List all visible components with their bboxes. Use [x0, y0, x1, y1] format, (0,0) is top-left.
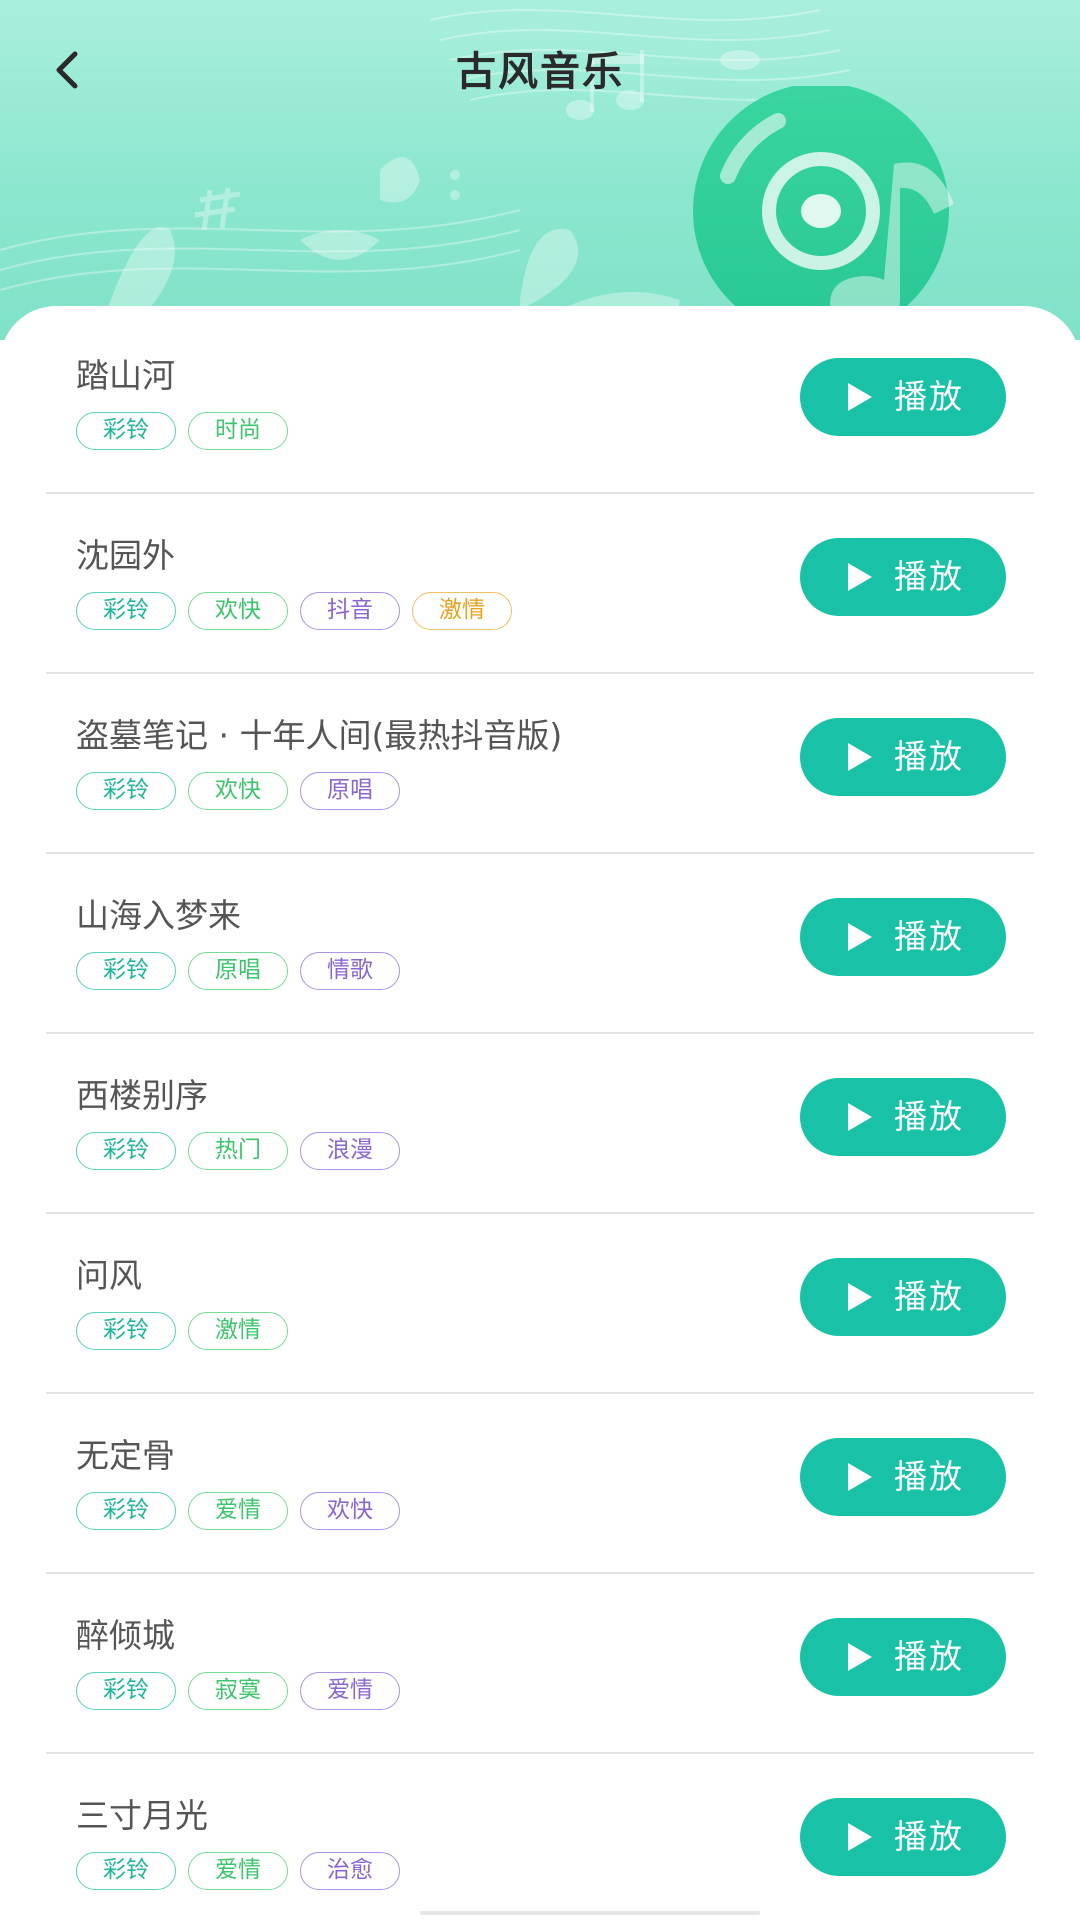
song-title: 沈园外	[76, 536, 175, 575]
song-row[interactable]: 踏山河彩铃 时尚 播放	[46, 314, 1034, 494]
song-tag: 爱情	[188, 1852, 288, 1890]
play-button-label: 播放	[894, 1277, 964, 1316]
song-tag: 欢快	[188, 592, 288, 630]
home-indicator	[420, 1911, 760, 1915]
song-tag: 欢快	[300, 1492, 400, 1530]
header-banner: 古风音乐	[0, 0, 1080, 340]
song-title: 山海入梦来	[76, 896, 241, 935]
play-button-label: 播放	[894, 1817, 964, 1856]
song-tag: 激情	[188, 1312, 288, 1350]
play-button[interactable]: 播放	[800, 358, 1006, 436]
song-tag: 彩铃	[76, 1672, 176, 1710]
song-row[interactable]: 山海入梦来彩铃 原唱 情歌 播放	[46, 854, 1034, 1034]
song-tag: 彩铃	[76, 772, 176, 810]
play-button[interactable]: 播放	[800, 718, 1006, 796]
song-title: 醉倾城	[76, 1616, 175, 1655]
song-tags: 彩铃 寂寞 爱情	[76, 1672, 400, 1710]
song-tag: 彩铃	[76, 1132, 176, 1170]
song-title: 踏山河	[76, 356, 175, 395]
song-tags: 彩铃 原唱 情歌	[76, 952, 400, 990]
play-button-label: 播放	[894, 377, 964, 416]
song-tag: 激情	[412, 592, 512, 630]
play-button-label: 播放	[894, 1097, 964, 1136]
song-tags: 彩铃 欢快 原唱	[76, 772, 400, 810]
song-row[interactable]: 无定骨彩铃 爱情 欢快 播放	[46, 1394, 1034, 1574]
song-row[interactable]: 沈园外彩铃 欢快 抖音 激情 播放	[46, 494, 1034, 674]
song-title: 三寸月光	[76, 1796, 208, 1835]
song-title: 问风	[76, 1256, 142, 1295]
song-title: 西楼别序	[76, 1076, 208, 1115]
song-tag: 热门	[188, 1132, 288, 1170]
song-tags: 彩铃 欢快 抖音 激情	[76, 592, 512, 630]
song-tag: 抖音	[300, 592, 400, 630]
song-tag: 原唱	[188, 952, 288, 990]
song-tag: 彩铃	[76, 592, 176, 630]
song-tag: 彩铃	[76, 412, 176, 450]
song-list: 踏山河 彩铃 时尚 播放 沈园外 彩铃 欢快 抖音 激情 播放 盗墓笔记 · 十年人间(最热抖音版)…	[0, 306, 1080, 1920]
song-row[interactable]: 三寸月光彩铃 爱情 治愈 播放	[46, 1754, 1034, 1920]
song-tag: 治愈	[300, 1852, 400, 1890]
song-tag: 爱情	[188, 1492, 288, 1530]
play-button-label: 播放	[894, 737, 964, 776]
song-tag: 寂寞	[188, 1672, 288, 1710]
play-button[interactable]: 播放	[800, 1798, 1006, 1876]
play-icon	[848, 1283, 872, 1311]
song-tags: 彩铃 热门 浪漫	[76, 1132, 400, 1170]
song-tags: 彩铃 爱情 欢快	[76, 1492, 400, 1530]
play-icon	[848, 1103, 872, 1131]
play-icon	[848, 383, 872, 411]
play-button[interactable]: 播放	[800, 1258, 1006, 1336]
song-tag: 彩铃	[76, 1312, 176, 1350]
play-button[interactable]: 播放	[800, 898, 1006, 976]
play-button-label: 播放	[894, 1637, 964, 1676]
music-disc-icon	[693, 86, 954, 339]
play-icon	[848, 923, 872, 951]
song-tag: 情歌	[300, 952, 400, 990]
play-icon	[848, 743, 872, 771]
play-icon	[848, 1643, 872, 1671]
play-button-label: 播放	[894, 1457, 964, 1496]
song-row[interactable]: 问风彩铃 激情 播放	[46, 1214, 1034, 1394]
song-title: 盗墓笔记 · 十年人间(最热抖音版)	[76, 716, 563, 755]
play-button-label: 播放	[894, 917, 964, 956]
play-button[interactable]: 播放	[800, 1618, 1006, 1696]
play-button[interactable]: 播放	[800, 1438, 1006, 1516]
song-tag: 彩铃	[76, 1852, 176, 1890]
song-tags: 彩铃 激情	[76, 1312, 288, 1350]
play-button[interactable]: 播放	[800, 1078, 1006, 1156]
song-tag: 时尚	[188, 412, 288, 450]
song-tag: 爱情	[300, 1672, 400, 1710]
song-tag: 彩铃	[76, 952, 176, 990]
play-button-label: 播放	[894, 557, 964, 596]
play-button[interactable]: 播放	[800, 538, 1006, 616]
song-tag: 原唱	[300, 772, 400, 810]
song-tags: 彩铃 爱情 治愈	[76, 1852, 400, 1890]
song-row[interactable]: 盗墓笔记 · 十年人间(最热抖音版) 彩铃 欢快 原唱 播放	[46, 674, 1034, 854]
play-icon	[848, 1463, 872, 1491]
play-icon	[848, 563, 872, 591]
song-tags: 彩铃 时尚	[76, 412, 288, 450]
play-icon	[848, 1823, 872, 1851]
song-tag: 欢快	[188, 772, 288, 810]
song-tag: 彩铃	[76, 1492, 176, 1530]
song-tag: 浪漫	[300, 1132, 400, 1170]
song-row[interactable]: 醉倾城彩铃 寂寞 爱情 播放	[46, 1574, 1034, 1754]
song-title: 无定骨	[76, 1436, 175, 1475]
song-row[interactable]: 西楼别序彩铃 热门 浪漫 播放	[46, 1034, 1034, 1214]
